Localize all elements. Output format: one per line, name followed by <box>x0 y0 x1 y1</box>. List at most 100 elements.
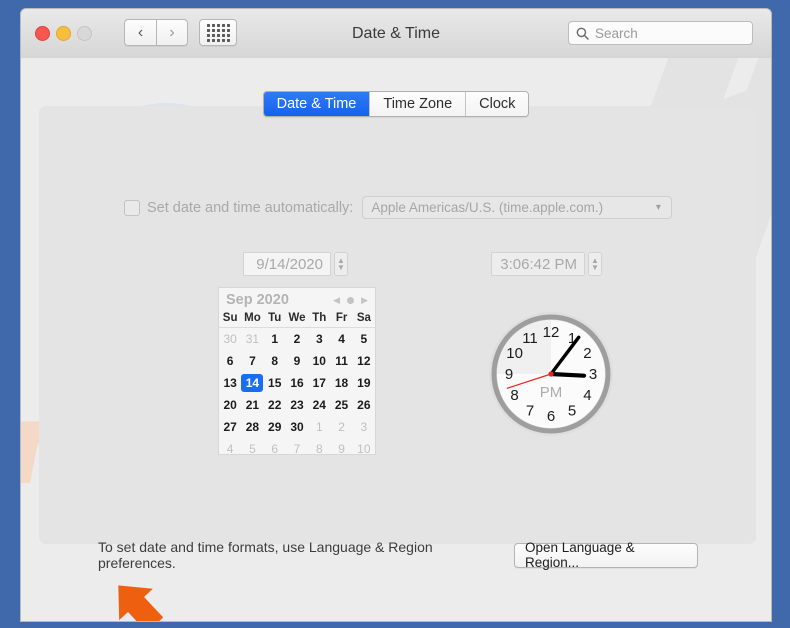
clock-numeral: 2 <box>583 345 591 362</box>
calendar-day[interactable]: 14 <box>241 372 264 394</box>
clock-center-pin <box>548 371 554 377</box>
stepper-down-icon[interactable]: ▼ <box>337 264 345 272</box>
tab-clock[interactable]: Clock <box>466 92 529 116</box>
calendar-day-grid[interactable]: 30 31 1 2 3 4 5 6 7 8 9 10 11 12 13 14 15 16 17 18 19 20 21 22 2… <box>219 328 375 460</box>
tab-bar: Date & Time Time Zone Clock <box>21 91 771 117</box>
lock-row: Click the lock to make changes. <box>59 621 302 622</box>
calendar-day[interactable]: 28 <box>241 416 263 438</box>
open-language-region-button[interactable]: Open Language & Region... <box>513 540 698 570</box>
calendar-day[interactable]: 30 <box>286 416 308 438</box>
search-placeholder: Search <box>595 25 638 41</box>
calendar-widget[interactable]: Sep 2020 ◀ ▶ Su Mo Tu We Th Fr Sa 30 31 1 2… <box>218 287 376 456</box>
calendar-month-label: Sep 2020 <box>226 292 289 308</box>
clock-numeral: 5 <box>568 403 576 420</box>
format-note-text: To set date and time formats, use Langua… <box>98 539 433 571</box>
calendar-day[interactable]: 2 <box>286 328 308 350</box>
calendar-day[interactable]: 27 <box>219 416 241 438</box>
calendar-day[interactable]: 2 <box>330 416 352 438</box>
time-server-value: Apple Americas/U.S. (time.apple.com.) <box>371 200 604 215</box>
prev-month-icon[interactable]: ◀ <box>333 295 340 306</box>
annotation-arrow <box>93 579 173 621</box>
clock-numeral: 11 <box>522 330 538 347</box>
time-input[interactable]: 3:06:42 PM <box>491 252 585 276</box>
calendar-day[interactable]: 26 <box>353 394 375 416</box>
search-input[interactable]: Search <box>568 21 753 45</box>
chevron-down-icon: ▾ <box>655 202 661 213</box>
calendar-day[interactable]: 1 <box>308 416 330 438</box>
calendar-day[interactable]: 3 <box>308 328 330 350</box>
calendar-day[interactable]: 3 <box>353 416 375 438</box>
tab-time-zone[interactable]: Time Zone <box>370 92 467 116</box>
clock-numeral: 3 <box>589 366 597 383</box>
calendar-day[interactable]: 17 <box>308 372 330 394</box>
clock-numeral: 7 <box>526 403 534 420</box>
calendar-day[interactable]: 20 <box>219 394 241 416</box>
clock-numeral: 6 <box>547 408 555 425</box>
time-stepper[interactable]: ▲ ▼ <box>588 252 602 276</box>
calendar-day[interactable]: 18 <box>330 372 352 394</box>
calendar-day[interactable]: 13 <box>219 372 241 394</box>
analog-clock: 1 2 3 4 5 6 7 8 9 10 11 12 PM <box>486 309 616 439</box>
calendar-day[interactable]: 1 <box>264 328 286 350</box>
date-input[interactable]: 9/14/2020 <box>243 252 331 276</box>
calendar-weekday-header: Su Mo Tu We Th Fr Sa <box>219 312 375 328</box>
set-automatically-row: Set date and time automatically: Apple A… <box>124 196 673 219</box>
calendar-day[interactable]: 7 <box>241 350 263 372</box>
date-stepper[interactable]: ▲ ▼ <box>334 252 348 276</box>
calendar-day[interactable]: 31 <box>241 328 263 350</box>
calendar-day[interactable]: 4 <box>330 328 352 350</box>
clock-numeral: 10 <box>506 345 523 362</box>
calendar-day[interactable]: 5 <box>353 328 375 350</box>
format-note-row: To set date and time formats, use Langua… <box>98 539 698 571</box>
title-bar: ‹ › Date & Time Search <box>21 9 771 59</box>
clock-numeral: 8 <box>510 387 518 404</box>
calendar-day[interactable]: 16 <box>286 372 308 394</box>
locked-padlock-icon[interactable] <box>59 621 85 622</box>
calendar-day[interactable]: 6 <box>219 350 241 372</box>
calendar-day[interactable]: 22 <box>264 394 286 416</box>
time-server-select[interactable]: Apple Americas/U.S. (time.apple.com.) ▾ <box>362 196 673 219</box>
calendar-day[interactable]: 9 <box>286 350 308 372</box>
calendar-header: Sep 2020 ◀ ▶ <box>219 288 375 312</box>
calendar-day[interactable]: 9 <box>330 438 352 460</box>
calendar-day[interactable]: 10 <box>308 350 330 372</box>
set-automatically-checkbox[interactable] <box>124 199 140 216</box>
tab-date-time[interactable]: Date & Time <box>263 92 371 116</box>
clock-numeral: 9 <box>505 366 513 383</box>
calendar-day[interactable]: 19 <box>353 372 375 394</box>
calendar-day[interactable]: 15 <box>264 372 286 394</box>
preferences-window: ‹ › Date & Time Search Date & Time Time … <box>20 8 772 622</box>
calendar-day[interactable]: 6 <box>264 438 286 460</box>
set-automatically-label: Set date and time automatically: <box>147 199 354 216</box>
date-field-group: 9/14/2020 ▲ ▼ <box>243 252 348 276</box>
clock-meridiem: PM <box>540 384 563 401</box>
calendar-day[interactable]: 7 <box>286 438 308 460</box>
content-area: risk.com Date & Time Time Zone Clock Set… <box>21 58 771 621</box>
time-field-group: 3:06:42 PM ▲ ▼ <box>491 252 602 276</box>
calendar-day[interactable]: 11 <box>330 350 352 372</box>
clock-hour-hand <box>548 371 587 378</box>
calendar-day[interactable]: 21 <box>241 394 263 416</box>
dow-we: We <box>288 312 306 324</box>
clock-numeral: 4 <box>583 387 591 404</box>
calendar-day[interactable]: 29 <box>264 416 286 438</box>
stepper-down-icon[interactable]: ▼ <box>591 264 599 272</box>
search-icon <box>576 27 589 40</box>
dow-mo: Mo <box>244 312 261 324</box>
calendar-day[interactable]: 5 <box>241 438 263 460</box>
calendar-day[interactable]: 24 <box>308 394 330 416</box>
dow-fr: Fr <box>335 312 348 324</box>
calendar-day[interactable]: 8 <box>308 438 330 460</box>
today-dot-icon[interactable] <box>347 296 355 304</box>
calendar-nav: ◀ ▶ <box>333 295 368 306</box>
dow-su: Su <box>222 312 238 324</box>
calendar-day[interactable]: 10 <box>353 438 375 460</box>
calendar-day[interactable]: 30 <box>219 328 241 350</box>
calendar-day[interactable]: 12 <box>353 350 375 372</box>
calendar-day[interactable]: 8 <box>264 350 286 372</box>
clock-numeral: 12 <box>543 324 560 341</box>
calendar-day[interactable]: 4 <box>219 438 241 460</box>
next-month-icon[interactable]: ▶ <box>361 295 368 306</box>
calendar-day[interactable]: 23 <box>286 394 308 416</box>
calendar-day[interactable]: 25 <box>330 394 352 416</box>
